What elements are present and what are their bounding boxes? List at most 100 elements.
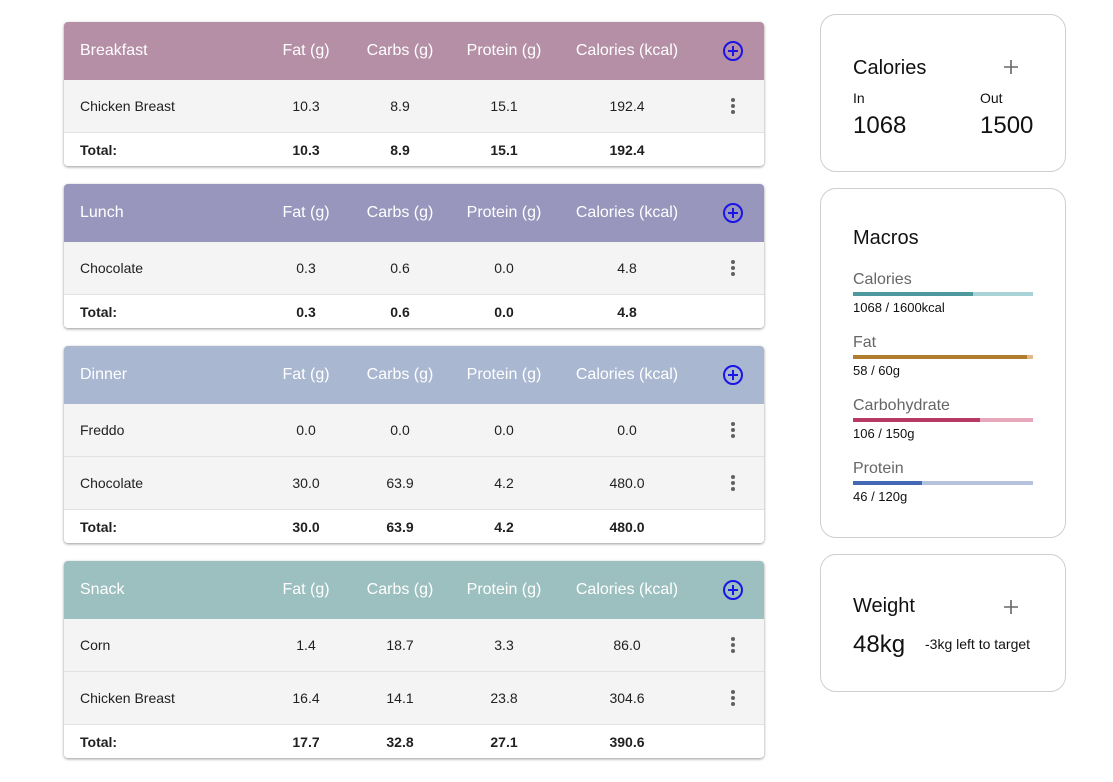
food-protein: 15.1 bbox=[490, 98, 518, 114]
column-header-carbs: Carbs (g) bbox=[366, 204, 434, 221]
food-menu-button[interactable] bbox=[702, 421, 764, 439]
total-label: Total: bbox=[80, 518, 118, 535]
meals-list: Breakfast Fat (g) Carbs (g) Protein (g) Calo… bbox=[64, 22, 764, 776]
macro-value: 46 / 120g bbox=[853, 489, 908, 504]
column-header-fat: Fat (g) bbox=[282, 204, 330, 221]
calories-out-value: 1500 bbox=[980, 112, 1034, 139]
more-vert-icon[interactable] bbox=[730, 636, 736, 654]
food-fat: 0.0 bbox=[296, 422, 316, 438]
calories-card: Calories In 1068 Out 1500 bbox=[820, 14, 1066, 172]
food-name: Chicken Breast bbox=[80, 690, 175, 706]
add-food-button[interactable] bbox=[702, 364, 764, 386]
more-vert-icon[interactable] bbox=[730, 97, 736, 115]
add-weight-plus-icon[interactable] bbox=[1003, 599, 1019, 620]
macro-fat: Fat 58 / 60g bbox=[853, 334, 1033, 378]
meal-name: Snack bbox=[80, 581, 125, 598]
column-header-calories: Calories (kcal) bbox=[575, 204, 679, 221]
total-label: Total: bbox=[80, 733, 118, 750]
food-calories: 304.6 bbox=[609, 690, 645, 706]
total-fat: 0.3 bbox=[296, 303, 316, 320]
food-name: Chocolate bbox=[80, 260, 144, 276]
meal-table-snack: Snack Fat (g) Carbs (g) Protein (g) Calories… bbox=[64, 561, 764, 758]
food-protein: 3.3 bbox=[494, 637, 514, 653]
more-vert-icon[interactable] bbox=[730, 421, 736, 439]
add-calories-plus-icon[interactable] bbox=[1003, 59, 1019, 80]
total-calories: 192.4 bbox=[609, 141, 645, 158]
food-menu-button[interactable] bbox=[702, 636, 764, 654]
food-row: Chocolate 0.3 0.6 0.0 4.8 bbox=[64, 242, 764, 295]
macro-progress-bar bbox=[853, 355, 1033, 359]
total-carbs: 8.9 bbox=[390, 141, 410, 158]
more-vert-icon[interactable] bbox=[730, 259, 736, 277]
calories-in-value: 1068 bbox=[853, 112, 907, 139]
macro-value: 106 / 150g bbox=[853, 426, 915, 441]
calories-out: Out 1500 bbox=[980, 90, 1033, 140]
food-calories: 0.0 bbox=[617, 422, 637, 438]
calories-out-label: Out bbox=[980, 90, 1003, 106]
food-row: Corn 1.4 18.7 3.3 86.0 bbox=[64, 619, 764, 672]
add-food-button[interactable] bbox=[702, 202, 764, 224]
column-header-protein: Protein (g) bbox=[466, 204, 542, 221]
meal-name: Breakfast bbox=[80, 42, 148, 59]
column-header-fat: Fat (g) bbox=[282, 42, 330, 59]
column-header-carbs: Carbs (g) bbox=[366, 42, 434, 59]
calories-in: In 1068 bbox=[853, 90, 906, 140]
food-protein: 4.2 bbox=[494, 475, 514, 491]
total-calories: 4.8 bbox=[617, 303, 637, 320]
macro-protein: Protein 46 / 120g bbox=[853, 460, 1033, 504]
total-row: Total: 30.0 63.9 4.2 480.0 bbox=[64, 510, 764, 543]
column-header-carbs: Carbs (g) bbox=[366, 366, 434, 383]
total-row: Total: 17.7 32.8 27.1 390.6 bbox=[64, 725, 764, 758]
total-protein: 27.1 bbox=[490, 733, 518, 750]
add-circle-icon[interactable] bbox=[722, 40, 744, 62]
food-fat: 10.3 bbox=[292, 98, 320, 114]
more-vert-icon[interactable] bbox=[730, 689, 736, 707]
add-circle-icon[interactable] bbox=[722, 202, 744, 224]
food-fat: 1.4 bbox=[296, 637, 316, 653]
food-carbs: 0.0 bbox=[390, 422, 410, 438]
column-header-protein: Protein (g) bbox=[466, 581, 542, 598]
add-circle-icon[interactable] bbox=[722, 364, 744, 386]
food-menu-button[interactable] bbox=[702, 97, 764, 115]
total-row: Total: 10.3 8.9 15.1 192.4 bbox=[64, 133, 764, 166]
macro-progress-fill bbox=[853, 355, 1028, 359]
food-menu-button[interactable] bbox=[702, 259, 764, 277]
column-header-carbs: Carbs (g) bbox=[366, 581, 434, 598]
food-carbs: 18.7 bbox=[386, 637, 414, 653]
column-header-protein: Protein (g) bbox=[466, 42, 542, 59]
weight-card: Weight 48kg -3kg left to target bbox=[820, 554, 1066, 692]
column-header-fat: Fat (g) bbox=[282, 581, 330, 598]
macro-progress-fill bbox=[853, 292, 974, 296]
macros-card: Macros Calories 1068 / 1600kcal Fat 58 / 60… bbox=[820, 188, 1066, 538]
total-fat: 10.3 bbox=[292, 141, 320, 158]
food-menu-button[interactable] bbox=[702, 689, 764, 707]
food-carbs: 0.6 bbox=[390, 260, 410, 276]
total-carbs: 32.8 bbox=[386, 733, 414, 750]
food-calories: 192.4 bbox=[609, 98, 645, 114]
macro-value: 1068 / 1600kcal bbox=[853, 300, 945, 315]
meal-name: Lunch bbox=[80, 204, 124, 221]
column-header-calories: Calories (kcal) bbox=[575, 42, 679, 59]
weight-value: 48kg bbox=[853, 631, 906, 658]
macro-progress-fill bbox=[853, 481, 922, 485]
add-food-button[interactable] bbox=[702, 40, 764, 62]
macro-progress-bar bbox=[853, 292, 1033, 296]
add-food-button[interactable] bbox=[702, 579, 764, 601]
macro-progress-fill bbox=[853, 418, 981, 422]
food-protein: 0.0 bbox=[494, 260, 514, 276]
food-protein: 23.8 bbox=[490, 690, 518, 706]
food-carbs: 63.9 bbox=[386, 475, 414, 491]
column-header-calories: Calories (kcal) bbox=[575, 366, 679, 383]
food-row: Freddo 0.0 0.0 0.0 0.0 bbox=[64, 404, 764, 457]
food-calories: 86.0 bbox=[613, 637, 641, 653]
food-carbs: 8.9 bbox=[390, 98, 410, 114]
food-menu-button[interactable] bbox=[702, 474, 764, 492]
add-circle-icon[interactable] bbox=[722, 579, 744, 601]
more-vert-icon[interactable] bbox=[730, 474, 736, 492]
macro-calories: Calories 1068 / 1600kcal bbox=[853, 271, 1033, 315]
macro-value: 58 / 60g bbox=[853, 363, 900, 378]
macros-card-title: Macros bbox=[853, 227, 919, 249]
total-calories: 390.6 bbox=[609, 733, 645, 750]
macro-progress-bar bbox=[853, 418, 1033, 422]
food-protein: 0.0 bbox=[494, 422, 514, 438]
